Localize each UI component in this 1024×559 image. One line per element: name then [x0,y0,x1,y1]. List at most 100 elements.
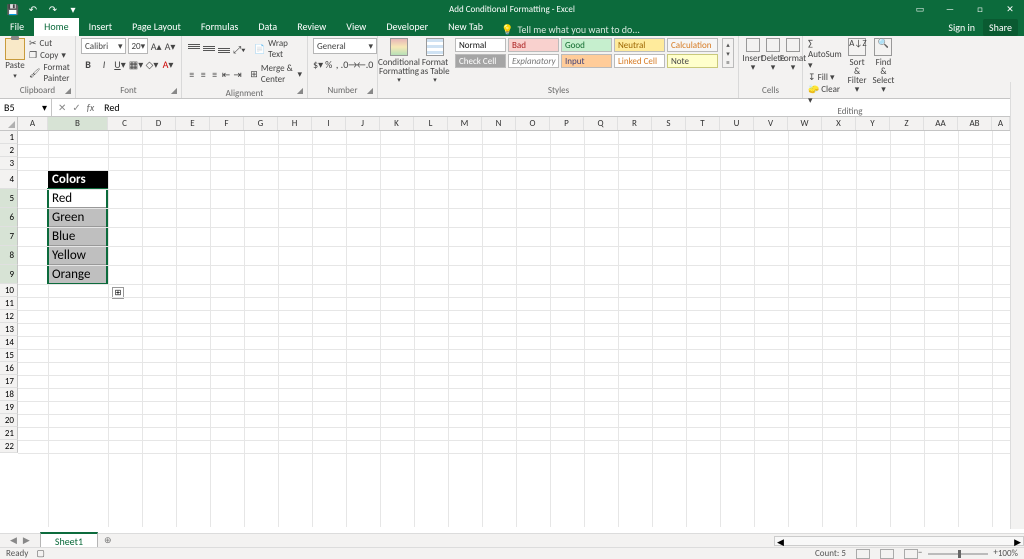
font-name-select[interactable]: Calibri▾ [81,38,126,54]
close-icon[interactable]: ✕ [996,0,1024,18]
zoom-slider[interactable] [928,553,988,555]
decrease-decimal-icon[interactable]: ←.0 [358,57,372,71]
cell-B4[interactable]: Colors [48,170,108,189]
align-center-icon[interactable]: ≡ [198,67,207,81]
col-header[interactable]: K [380,117,414,130]
col-header[interactable]: AA [924,117,958,130]
col-header[interactable]: V [754,117,788,130]
dialog-launcher-icon[interactable]: ◢ [295,86,305,96]
dialog-launcher-icon[interactable]: ◢ [169,86,179,96]
style-good[interactable]: Good [561,38,612,52]
col-header[interactable]: H [278,117,312,130]
col-header[interactable]: I [312,117,346,130]
row-header[interactable]: 21 [0,427,18,440]
select-all-corner[interactable] [0,117,18,130]
col-header[interactable]: T [686,117,720,130]
decrease-indent-icon[interactable]: ⇤ [221,67,230,81]
insert-cells-button[interactable]: Insert▾ [744,38,762,72]
row-header[interactable]: 6 [0,208,18,227]
cell-B5[interactable]: Red [48,189,108,208]
view-page-break-icon[interactable] [904,549,918,559]
row-header[interactable]: 19 [0,401,18,414]
share-button[interactable]: Share [983,19,1018,36]
tab-review[interactable]: Review [287,17,336,36]
col-header[interactable]: O [516,117,550,130]
sign-in-button[interactable]: Sign in [948,21,975,34]
font-size-select[interactable]: 20▾ [128,38,148,54]
enter-formula-icon[interactable]: ✓ [72,101,80,114]
tab-nav-prev-icon[interactable]: ◀ [10,535,17,546]
qat-customize-icon[interactable]: ▾ [66,2,80,16]
col-header[interactable]: W [788,117,822,130]
increase-indent-icon[interactable]: ⇥ [233,67,242,81]
name-box[interactable]: B5▾ [0,99,52,116]
col-header[interactable]: R [618,117,652,130]
row-header[interactable]: 18 [0,388,18,401]
style-linked-cell[interactable]: Linked Cell [614,54,665,68]
row-header[interactable]: 12 [0,310,18,323]
align-top-icon[interactable] [187,42,200,56]
copy-button[interactable]: ❐Copy ▾ [29,50,70,61]
row-header[interactable]: 10 [0,284,18,297]
col-header[interactable]: L [414,117,448,130]
cell-styles-expand[interactable]: ▴▾≡ [722,38,734,68]
redo-icon[interactable]: ↷ [46,2,60,16]
cell-B7[interactable]: Blue [48,227,108,246]
row-header[interactable]: 14 [0,336,18,349]
format-as-table-button[interactable]: Format as Table ▾ [419,38,451,83]
cell-B9[interactable]: Orange [48,265,108,284]
row-header[interactable]: 7 [0,227,18,246]
macro-record-icon[interactable]: ▢ [36,548,45,559]
autosum-button[interactable]: ∑ AutoSum ▾ [808,38,842,71]
style-note[interactable]: Note [667,54,718,68]
paste-button[interactable]: Paste ▾ [5,38,25,84]
row-header[interactable]: 11 [0,297,18,310]
maximize-icon[interactable]: □ [966,0,994,18]
increase-font-icon[interactable]: A▴ [150,39,162,53]
decrease-font-icon[interactable]: A▾ [164,39,176,53]
ribbon-options-icon[interactable]: ▭ [906,0,934,18]
col-header[interactable]: G [244,117,278,130]
col-header[interactable]: J [346,117,380,130]
horizontal-scrollbar[interactable]: ◀ ▶ [774,536,1024,546]
save-icon[interactable]: 💾 [6,2,20,16]
style-check-cell[interactable]: Check Cell [455,54,506,68]
row-header[interactable]: 22 [0,440,18,453]
row-header[interactable]: 9 [0,265,18,284]
row-header[interactable]: 17 [0,375,18,388]
conditional-formatting-button[interactable]: Conditional Formatting ▾ [383,38,415,83]
cancel-formula-icon[interactable]: ✕ [58,101,66,114]
new-sheet-button[interactable]: ⊕ [98,535,118,546]
view-normal-icon[interactable] [856,549,870,559]
col-header[interactable]: Q [584,117,618,130]
align-right-icon[interactable]: ≡ [210,67,219,81]
tab-data[interactable]: Data [248,17,287,36]
col-header[interactable]: M [448,117,482,130]
style-explanatory[interactable]: Explanatory ... [508,54,559,68]
fill-button[interactable]: ↧ Fill ▾ [808,72,842,83]
tab-formulas[interactable]: Formulas [191,17,248,36]
col-header[interactable]: U [720,117,754,130]
borders-button[interactable]: ▦▾ [129,57,143,71]
align-middle-icon[interactable] [202,42,215,56]
col-header-A[interactable]: A [18,117,48,130]
dialog-launcher-icon[interactable]: ◢ [63,86,73,96]
col-header[interactable]: A [992,117,1010,130]
find-select-button[interactable]: 🔍Find & Select▾ [872,38,894,106]
row-header[interactable]: 1 [0,131,18,144]
col-header[interactable]: P [550,117,584,130]
tab-nav-next-icon[interactable]: ▶ [23,535,30,546]
row-header[interactable]: 3 [0,157,18,170]
cell-styles-gallery[interactable]: Normal Bad Good Neutral Calculation Chec… [455,38,718,68]
col-header[interactable]: Y [856,117,890,130]
tab-insert[interactable]: Insert [79,17,123,36]
wrap-text-button[interactable]: 📄 Wrap Text [254,38,302,60]
style-calculation[interactable]: Calculation [667,38,718,52]
col-header[interactable]: D [142,117,176,130]
col-header[interactable]: S [652,117,686,130]
cell-B8[interactable]: Yellow [48,246,108,265]
style-neutral[interactable]: Neutral [614,38,665,52]
number-format-select[interactable]: General▾ [313,38,377,54]
italic-button[interactable]: I [97,57,111,71]
vertical-scrollbar[interactable] [1010,82,1024,529]
